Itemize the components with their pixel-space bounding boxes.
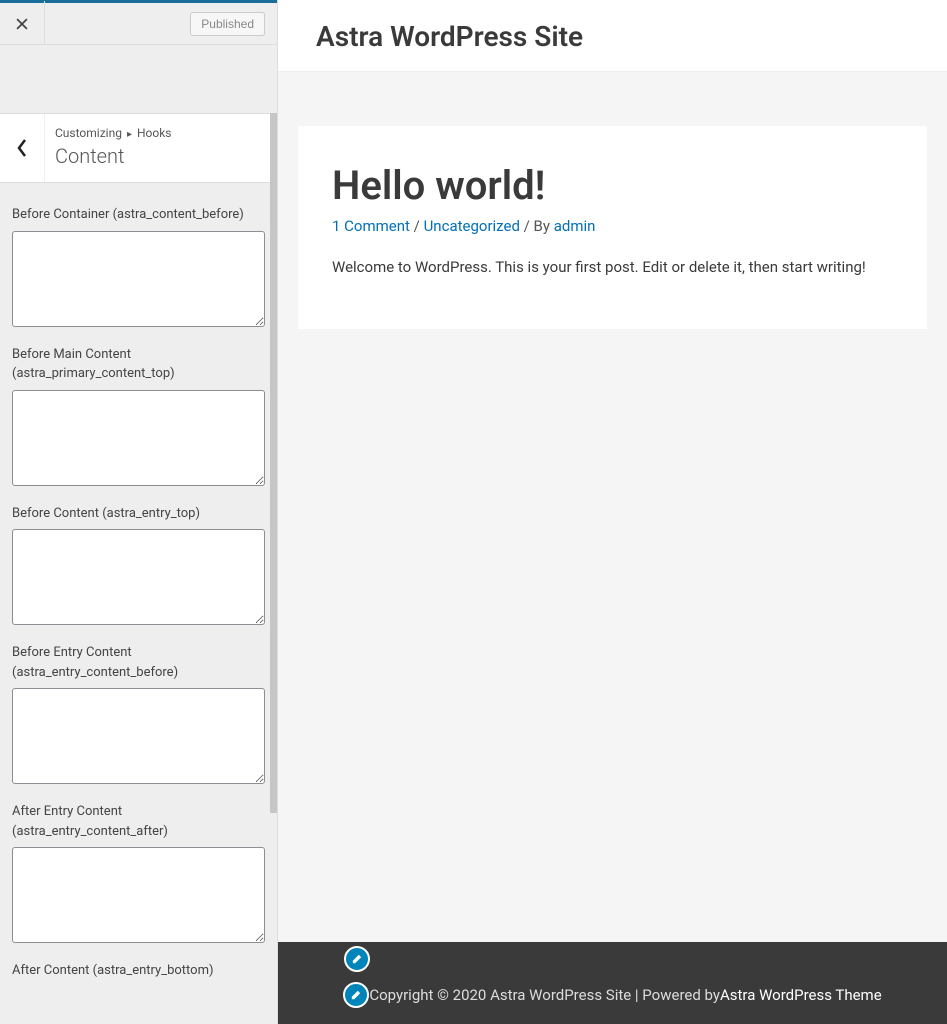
field-before-container: Before Container (astra_content_before) xyxy=(12,205,265,331)
post-card: Hello world! 1 Comment / Uncategorized /… xyxy=(298,126,927,329)
close-button[interactable] xyxy=(0,1,45,46)
comment-link[interactable]: 1 Comment xyxy=(332,217,410,235)
field-label: Before Content (astra_entry_top) xyxy=(12,504,265,524)
post-body: Welcome to WordPress. This is your first… xyxy=(332,255,893,279)
breadcrumb-root: Customizing xyxy=(55,126,122,140)
footer-copyright: Copyright © 2020 Astra WordPress Site | … xyxy=(369,986,720,1004)
chevron-left-icon xyxy=(15,138,29,158)
hook-textarea[interactable] xyxy=(12,231,265,327)
preview-pane: Astra WordPress Site Hello world! 1 Comm… xyxy=(278,0,947,1024)
breadcrumb-separator-icon: ▸ xyxy=(127,129,132,140)
breadcrumb-title: Content xyxy=(55,144,267,168)
hook-textarea[interactable] xyxy=(12,529,265,625)
edit-shortcut-button[interactable] xyxy=(344,946,370,972)
footer-row: Copyright © 2020 Astra WordPress Site | … xyxy=(298,982,927,1008)
controls-container: Before Container (astra_content_before) … xyxy=(0,183,277,1024)
pencil-icon xyxy=(350,989,362,1001)
post-meta: 1 Comment / Uncategorized / By admin xyxy=(332,217,893,235)
site-title[interactable]: Astra WordPress Site xyxy=(316,20,909,53)
panel-spacer xyxy=(0,45,277,113)
close-icon xyxy=(15,17,29,31)
field-label: Before Main Content (astra_primary_conte… xyxy=(12,345,265,384)
meta-byline: / By xyxy=(520,217,554,235)
breadcrumb-path: Customizing ▸ Hooks xyxy=(55,126,267,140)
footer-theme-link[interactable]: Astra WordPress Theme xyxy=(720,986,882,1004)
field-label: After Content (astra_entry_bottom) xyxy=(12,961,265,981)
publish-button[interactable]: Published xyxy=(190,12,265,36)
hook-textarea[interactable] xyxy=(12,847,265,943)
field-after-content: After Content (astra_entry_bottom) xyxy=(12,961,265,981)
field-before-main-content: Before Main Content (astra_primary_conte… xyxy=(12,345,265,490)
customizer-topbar: Published xyxy=(0,0,277,45)
field-label: After Entry Content (astra_entry_content… xyxy=(12,802,265,841)
back-button[interactable] xyxy=(0,114,45,182)
preview-main: Hello world! 1 Comment / Uncategorized /… xyxy=(278,72,947,942)
pencil-icon xyxy=(351,953,363,965)
breadcrumb-text: Customizing ▸ Hooks Content xyxy=(45,114,277,182)
scrollbar[interactable] xyxy=(270,113,277,813)
field-before-entry-content: Before Entry Content (astra_entry_conten… xyxy=(12,643,265,788)
post-title[interactable]: Hello world! xyxy=(332,162,893,209)
hook-textarea[interactable] xyxy=(12,688,265,784)
field-before-content: Before Content (astra_entry_top) xyxy=(12,504,265,630)
preview-spacer xyxy=(298,329,927,929)
edit-shortcut-button[interactable] xyxy=(343,982,369,1008)
preview-footer: Copyright © 2020 Astra WordPress Site | … xyxy=(278,942,947,1024)
category-link[interactable]: Uncategorized xyxy=(424,217,520,235)
field-label: Before Container (astra_content_before) xyxy=(12,205,265,225)
hook-textarea[interactable] xyxy=(12,390,265,486)
preview-header: Astra WordPress Site xyxy=(278,0,947,72)
breadcrumb-section: Customizing ▸ Hooks Content xyxy=(0,113,277,183)
field-label: Before Entry Content (astra_entry_conten… xyxy=(12,643,265,682)
customizer-panel: Published Customizing ▸ Hooks Content Be… xyxy=(0,0,278,1024)
meta-separator: / xyxy=(410,217,424,235)
breadcrumb-parent: Hooks xyxy=(137,126,172,140)
field-after-entry-content: After Entry Content (astra_entry_content… xyxy=(12,802,265,947)
author-link[interactable]: admin xyxy=(554,217,596,235)
